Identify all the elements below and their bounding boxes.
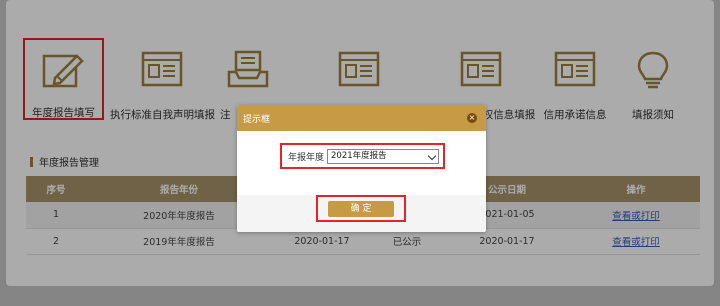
close-icon[interactable]: × bbox=[467, 113, 477, 123]
dialog-body: 年报年度 2021年度报告 bbox=[237, 131, 486, 195]
report-year-label: 年报年度 bbox=[288, 153, 325, 163]
confirm-button[interactable]: 确 定 bbox=[328, 201, 394, 217]
dialog-header: 提示框 × bbox=[237, 105, 486, 131]
report-year-selected-value: 2021年度报告 bbox=[331, 151, 387, 161]
dialog-title: 提示框 bbox=[243, 115, 271, 125]
report-year-select[interactable]: 2021年度报告 bbox=[327, 149, 439, 164]
dialog-footer: 确 定 bbox=[237, 195, 486, 232]
report-year-field: 年报年度 2021年度报告 bbox=[280, 143, 445, 169]
chevron-down-icon bbox=[427, 151, 437, 161]
prompt-dialog: 提示框 × 年报年度 2021年度报告 确 定 bbox=[237, 105, 486, 232]
confirm-highlight: 确 定 bbox=[316, 195, 406, 222]
